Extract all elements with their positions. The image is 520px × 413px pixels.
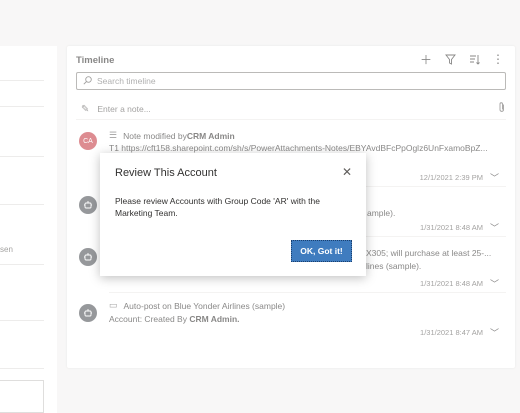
dialog-title: Review This Account — [115, 167, 217, 179]
ok-button[interactable]: OK, Got it! — [291, 240, 352, 262]
dialog-message: Please review Accounts with Group Code '… — [115, 196, 320, 218]
close-icon[interactable]: ✕ — [342, 165, 352, 179]
review-account-dialog: Review This Account ✕ Please review Acco… — [100, 153, 366, 276]
